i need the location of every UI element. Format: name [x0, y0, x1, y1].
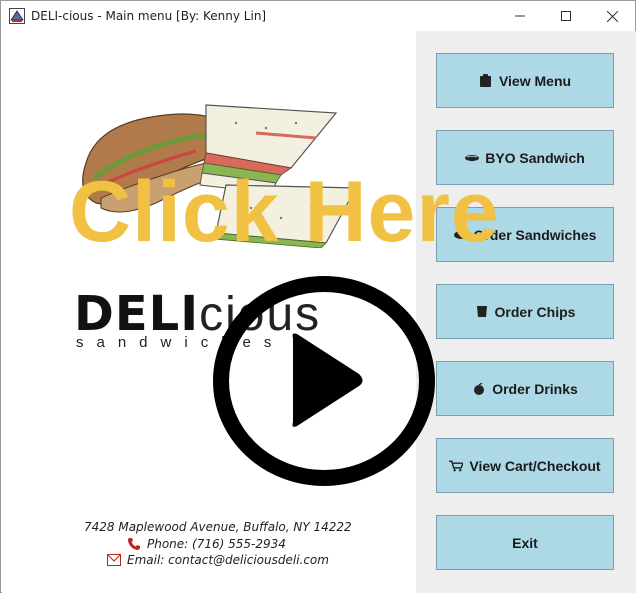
email-icon [107, 554, 121, 566]
window-title: DELI-cious - Main menu [By: Kenny Lin] [31, 9, 267, 23]
view-menu-label: View Menu [498, 72, 572, 89]
click-here-overlay[interactable]: Click Here [69, 169, 500, 255]
drink-icon [472, 382, 486, 396]
phone-icon [128, 538, 140, 550]
app-logo-icon [9, 8, 25, 24]
close-button[interactable] [589, 1, 635, 31]
app-window: DELI-cious - Main menu [By: Kenny Lin] D… [0, 0, 636, 593]
hotdog-icon [465, 151, 480, 165]
cart-icon [449, 459, 464, 473]
exit-button[interactable]: Exit [436, 515, 614, 570]
close-icon [606, 10, 618, 22]
order-drinks-label: Order Drinks [492, 380, 578, 397]
play-icon[interactable] [213, 276, 435, 486]
byo-sandwich-label: BYO Sandwich [485, 149, 585, 166]
phone-text: Phone: (716) 555-2934 [147, 537, 286, 551]
view-cart-label: View Cart/Checkout [469, 457, 601, 474]
title-bar[interactable]: DELI-cious - Main menu [By: Kenny Lin] [1, 1, 635, 31]
maximize-icon [561, 11, 571, 21]
view-menu-button[interactable]: View Menu [436, 53, 614, 108]
address-text: 7428 Maplewood Avenue, Buffalo, NY 14222 [84, 520, 352, 534]
maximize-button[interactable] [543, 1, 589, 31]
clipboard-icon [479, 74, 493, 88]
minimize-icon [515, 15, 525, 17]
phone-row: Phone: (716) 555-2934 [127, 537, 286, 551]
view-cart-button[interactable]: View Cart/Checkout [436, 438, 614, 493]
order-chips-label: Order Chips [494, 303, 576, 320]
email-text: Email: contact@deliciousdeli.com [127, 553, 329, 567]
minimize-button[interactable] [497, 1, 543, 31]
exit-label: Exit [512, 534, 538, 551]
email-row: Email: contact@deliciousdeli.com [107, 553, 329, 567]
menu-sidebar: View Menu BYO Sandwich Order Sandwiches … [416, 31, 636, 593]
order-chips-button[interactable]: Order Chips [436, 284, 614, 339]
order-drinks-button[interactable]: Order Drinks [436, 361, 614, 416]
chips-bag-icon [475, 305, 489, 319]
